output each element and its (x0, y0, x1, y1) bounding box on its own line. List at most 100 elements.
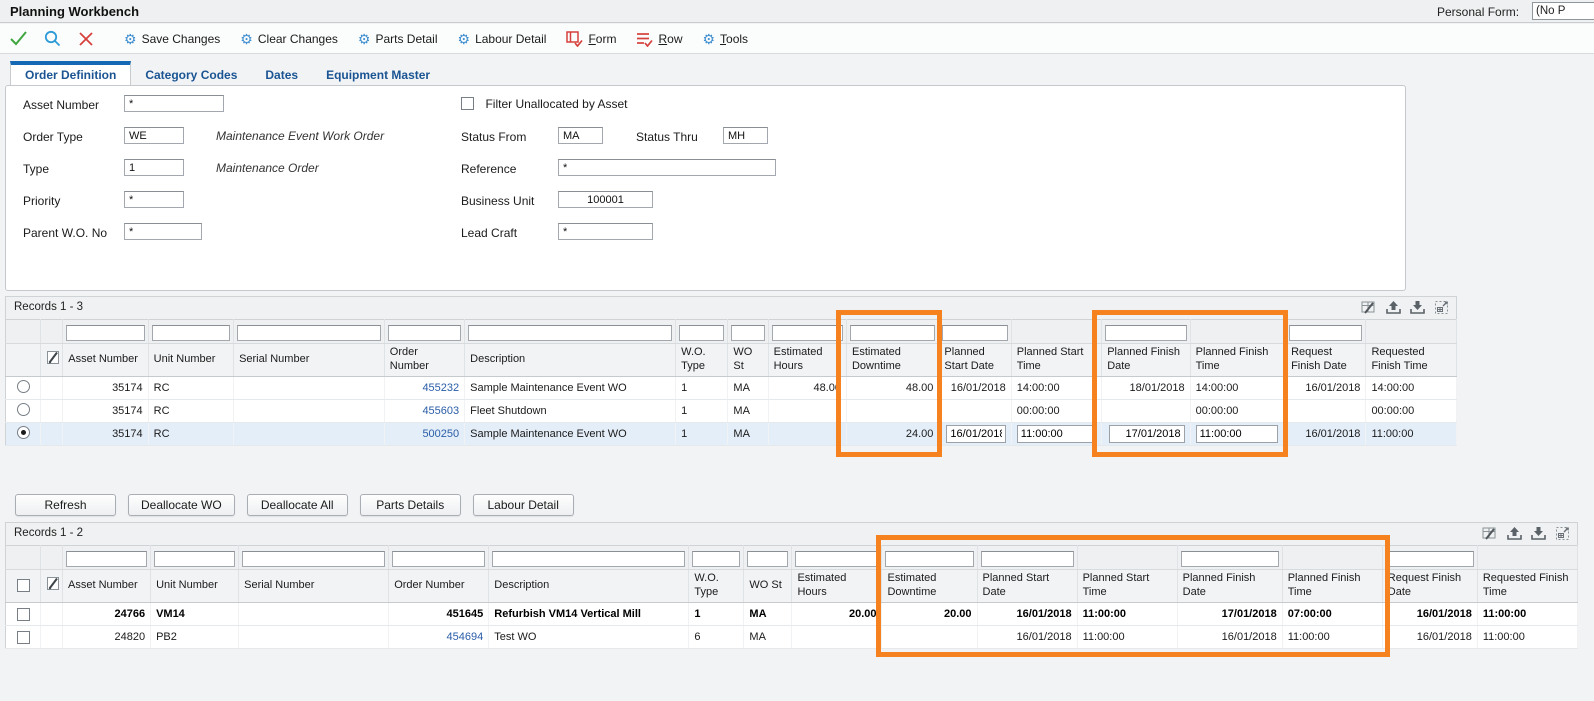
priority-field[interactable] (124, 191, 184, 208)
qbe-filter-input[interactable] (692, 551, 740, 567)
labour-detail-button[interactable]: ⚙ Labour Detail (458, 32, 547, 46)
column-header[interactable]: Planned Start Time (1077, 570, 1177, 603)
order-number-link[interactable]: 455232 (422, 382, 459, 394)
order-type-field[interactable] (124, 127, 184, 144)
business-unit-field[interactable] (558, 191, 653, 208)
order-number-link[interactable]: 500250 (422, 428, 459, 440)
table-row[interactable]: 24820PB2454694Test WO6MA16/01/201811:00:… (6, 626, 1578, 649)
detach-grid-icon[interactable] (1434, 300, 1450, 315)
column-header[interactable]: WO St (728, 344, 768, 377)
qbe-filter-input[interactable] (850, 325, 935, 341)
deallocate-all-button[interactable]: Deallocate All (247, 494, 348, 516)
column-header[interactable]: Request Finish Date (1286, 344, 1366, 377)
qbe-filter-input[interactable] (388, 325, 461, 341)
row-checkbox[interactable] (17, 608, 30, 621)
column-header[interactable]: Requested Finish Time (1366, 344, 1457, 377)
grid-cell-input[interactable] (1196, 425, 1278, 443)
column-header[interactable]: Planned Start Date (939, 344, 1011, 377)
column-header[interactable]: Description (465, 344, 676, 377)
qbe-filter-input[interactable] (468, 325, 672, 341)
tab-equipment-master[interactable]: Equipment Master (312, 63, 444, 86)
qbe-filter-input[interactable] (1181, 551, 1279, 567)
grid-cell-input[interactable] (1109, 425, 1184, 443)
clear-changes-button[interactable]: ⚙ Clear Changes (240, 32, 338, 46)
qbe-filter-input[interactable] (242, 551, 385, 567)
column-header[interactable]: Asset Number (63, 344, 148, 377)
export-grid-icon[interactable] (1507, 526, 1522, 541)
row-menu[interactable]: Row (636, 31, 682, 47)
parent-wo-field[interactable] (124, 223, 202, 240)
table-row[interactable]: 24766VM14451645Refurbish VM14 Vertical M… (6, 603, 1578, 626)
row-radio[interactable] (17, 380, 30, 393)
tab-order-definition[interactable]: Order Definition (10, 61, 131, 86)
row-checkbox[interactable] (17, 631, 30, 644)
qbe-filter-input[interactable] (1105, 325, 1186, 341)
column-header[interactable]: Planned Finish Date (1102, 344, 1190, 377)
asset-number-field[interactable] (124, 95, 224, 112)
column-header[interactable]: Order Number (389, 570, 489, 603)
export-grid-icon[interactable] (1386, 300, 1401, 315)
close-button[interactable] (76, 29, 96, 49)
column-header[interactable]: Asset Number (63, 570, 151, 603)
column-header[interactable]: WO St (744, 570, 792, 603)
save-changes-button[interactable]: ⚙ Save Changes (124, 32, 220, 46)
lead-craft-field[interactable] (558, 223, 653, 240)
parts-detail-button[interactable]: ⚙ Parts Detail (358, 32, 438, 46)
qbe-filter-input[interactable] (66, 325, 144, 341)
row-radio[interactable] (17, 403, 30, 416)
personal-form-select[interactable]: (No P (1532, 2, 1594, 20)
column-header[interactable]: Description (489, 570, 689, 603)
column-header[interactable]: Request Finish Date (1382, 570, 1477, 603)
parts-details-button[interactable]: Parts Details (360, 494, 461, 516)
qbe-filter-input[interactable] (981, 551, 1074, 567)
column-header[interactable]: Estimated Downtime (846, 344, 938, 377)
column-header[interactable]: Order Number (384, 344, 464, 377)
status-from-field[interactable] (558, 127, 603, 144)
form-menu[interactable]: Form (566, 31, 616, 47)
detach-grid-icon[interactable] (1555, 526, 1571, 541)
column-header[interactable]: Serial Number (239, 570, 389, 603)
column-header[interactable]: W.O. Type (689, 570, 744, 603)
qbe-filter-input[interactable] (795, 551, 878, 567)
column-header[interactable]: Estimated Downtime (882, 570, 977, 603)
order-number-link[interactable]: 454694 (447, 631, 484, 643)
column-header[interactable]: Requested Finish Time (1477, 570, 1577, 603)
table-row[interactable]: 35174RC500250Sample Maintenance Event WO… (6, 423, 1457, 446)
status-thru-field[interactable] (723, 127, 768, 144)
import-grid-icon[interactable] (1410, 300, 1425, 315)
tab-dates[interactable]: Dates (251, 63, 312, 86)
table-row[interactable]: 35174RC455603Fleet Shutdown1MA00:00:0000… (6, 400, 1457, 423)
qbe-filter-input[interactable] (747, 551, 788, 567)
labour-detail-button-2[interactable]: Labour Detail (473, 494, 574, 516)
grid-cell-input[interactable] (946, 425, 1005, 443)
customize-grid-icon[interactable] (1361, 300, 1377, 315)
column-header[interactable]: Planned Finish Time (1282, 570, 1382, 603)
qbe-filter-input[interactable] (154, 551, 235, 567)
tools-menu[interactable]: ⚙ Tools (702, 32, 748, 46)
column-header[interactable]: Planned Start Time (1011, 344, 1101, 377)
qbe-filter-input[interactable] (731, 325, 764, 341)
reference-field[interactable] (558, 159, 776, 176)
qbe-filter-input[interactable] (237, 325, 381, 341)
deallocate-wo-button[interactable]: Deallocate WO (128, 494, 235, 516)
column-header[interactable]: Estimated Hours (768, 344, 846, 377)
table-row[interactable]: 35174RC455232Sample Maintenance Event WO… (6, 377, 1457, 400)
qbe-filter-input[interactable] (152, 325, 230, 341)
column-header[interactable]: Estimated Hours (792, 570, 882, 603)
column-header[interactable]: Planned Finish Date (1177, 570, 1282, 603)
row-radio[interactable] (17, 426, 30, 439)
column-header[interactable]: Serial Number (234, 344, 385, 377)
qbe-filter-input[interactable] (66, 551, 147, 567)
ok-button[interactable] (8, 29, 28, 49)
qbe-filter-input[interactable] (1386, 551, 1474, 567)
qbe-filter-input[interactable] (1289, 325, 1362, 341)
column-header[interactable]: Unit Number (151, 570, 239, 603)
filter-unallocated-checkbox[interactable] (461, 97, 474, 110)
find-button[interactable] (42, 29, 62, 49)
select-all-checkbox[interactable] (17, 579, 30, 592)
qbe-filter-input[interactable] (492, 551, 685, 567)
qbe-filter-input[interactable] (942, 325, 1007, 341)
type-field[interactable] (124, 159, 184, 176)
order-number-link[interactable]: 455603 (422, 405, 459, 417)
column-header[interactable]: Unit Number (148, 344, 233, 377)
